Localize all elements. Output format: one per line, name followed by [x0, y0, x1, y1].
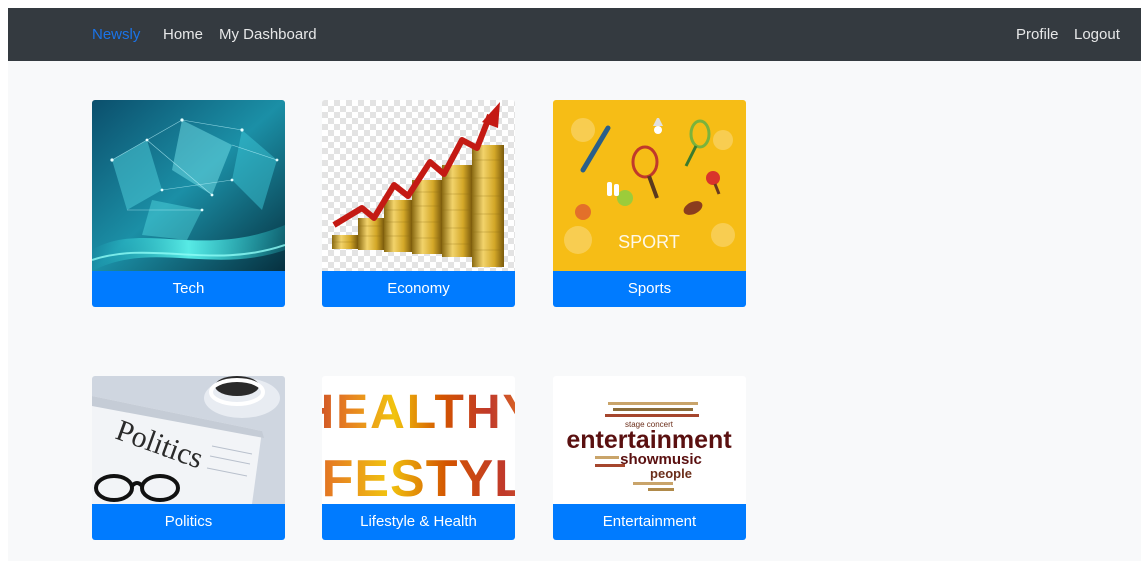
politics-image: Politics [92, 376, 285, 504]
navbar: Newsly Home My Dashboard Profile Logout [8, 8, 1141, 61]
category-card-politics[interactable]: Politics Politics [92, 376, 285, 540]
nav-home-link[interactable]: Home [163, 26, 203, 44]
category-button-lifestyle[interactable]: Lifestyle & Health [322, 504, 515, 540]
category-card-lifestyle[interactable]: HEALTHY LIFESTYLE Lifestyle & Health [322, 376, 515, 540]
lifestyle-image: HEALTHY LIFESTYLE [322, 376, 515, 504]
category-card-economy[interactable]: Economy [322, 100, 515, 307]
sports-image-text: SPORT [618, 232, 680, 252]
category-card-entertainment[interactable]: stage concert entertainment showmusic pe… [553, 376, 746, 540]
category-card-sports[interactable]: SPORT Sports [553, 100, 746, 307]
category-card-tech[interactable]: Tech [92, 100, 285, 307]
category-button-tech[interactable]: Tech [92, 271, 285, 307]
entertainment-image: stage concert entertainment showmusic pe… [553, 376, 746, 504]
entertainment-sub2-text: people [650, 466, 692, 481]
category-button-politics[interactable]: Politics [92, 504, 285, 540]
nav-logout-link[interactable]: Logout [1074, 26, 1120, 44]
nav-dashboard-link[interactable]: My Dashboard [219, 26, 317, 44]
nav-profile-link[interactable]: Profile [1016, 26, 1059, 44]
category-button-entertainment[interactable]: Entertainment [553, 504, 746, 540]
page-frame: Newsly Home My Dashboard Profile Logout [8, 8, 1141, 561]
sports-image: SPORT [553, 100, 746, 271]
lifestyle-line1-text: HEALTHY [322, 386, 515, 439]
lifestyle-line2-text: LIFESTYLE [322, 450, 515, 504]
category-button-sports[interactable]: Sports [553, 271, 746, 307]
economy-image [322, 100, 515, 271]
category-button-economy[interactable]: Economy [322, 271, 515, 307]
tech-image [92, 100, 285, 271]
brand-link[interactable]: Newsly [92, 26, 140, 44]
entertainment-main-text: entertainment [566, 426, 732, 454]
